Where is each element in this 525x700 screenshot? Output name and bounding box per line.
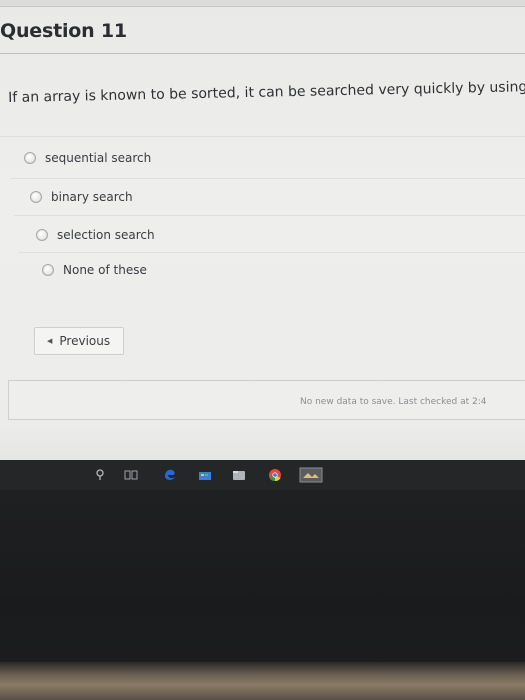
option-label: selection search <box>57 228 155 242</box>
option-binary-search[interactable]: binary search <box>30 190 133 204</box>
option-divider <box>10 178 525 179</box>
task-view-icon[interactable] <box>124 469 138 481</box>
option-label: binary search <box>51 190 133 204</box>
previous-button[interactable]: ◀ Previous <box>34 327 124 355</box>
radio-button[interactable] <box>42 264 54 276</box>
option-label: sequential search <box>45 151 152 165</box>
taskbar <box>0 460 525 490</box>
option-sequential-search[interactable]: sequential search <box>24 151 151 165</box>
search-icon[interactable] <box>95 469 105 481</box>
option-divider <box>14 215 525 216</box>
save-status-text: No new data to save. Last checked at 2:4 <box>300 397 487 407</box>
question-title: Question 11 <box>0 20 127 42</box>
chevron-left-icon: ◀ <box>47 337 53 345</box>
options-divider <box>0 136 525 137</box>
quiz-page: Question 11 If an array is known to be s… <box>0 0 525 470</box>
desk-surface <box>0 662 525 700</box>
previous-label: Previous <box>59 334 111 348</box>
edge-icon[interactable] <box>163 468 177 482</box>
question-text: If an array is known to be sorted, it ca… <box>8 79 525 106</box>
photos-icon[interactable] <box>299 467 323 483</box>
title-divider <box>0 53 525 54</box>
option-none-of-these[interactable]: None of these <box>42 263 147 277</box>
store-icon[interactable] <box>198 469 212 481</box>
radio-button[interactable] <box>36 229 48 241</box>
radio-button[interactable] <box>24 152 36 164</box>
top-divider <box>0 0 525 7</box>
chrome-icon[interactable] <box>268 468 282 482</box>
option-divider <box>18 252 525 253</box>
option-label: None of these <box>63 263 147 277</box>
option-selection-search[interactable]: selection search <box>36 228 155 242</box>
file-explorer-icon[interactable] <box>232 469 246 481</box>
radio-button[interactable] <box>30 191 42 203</box>
